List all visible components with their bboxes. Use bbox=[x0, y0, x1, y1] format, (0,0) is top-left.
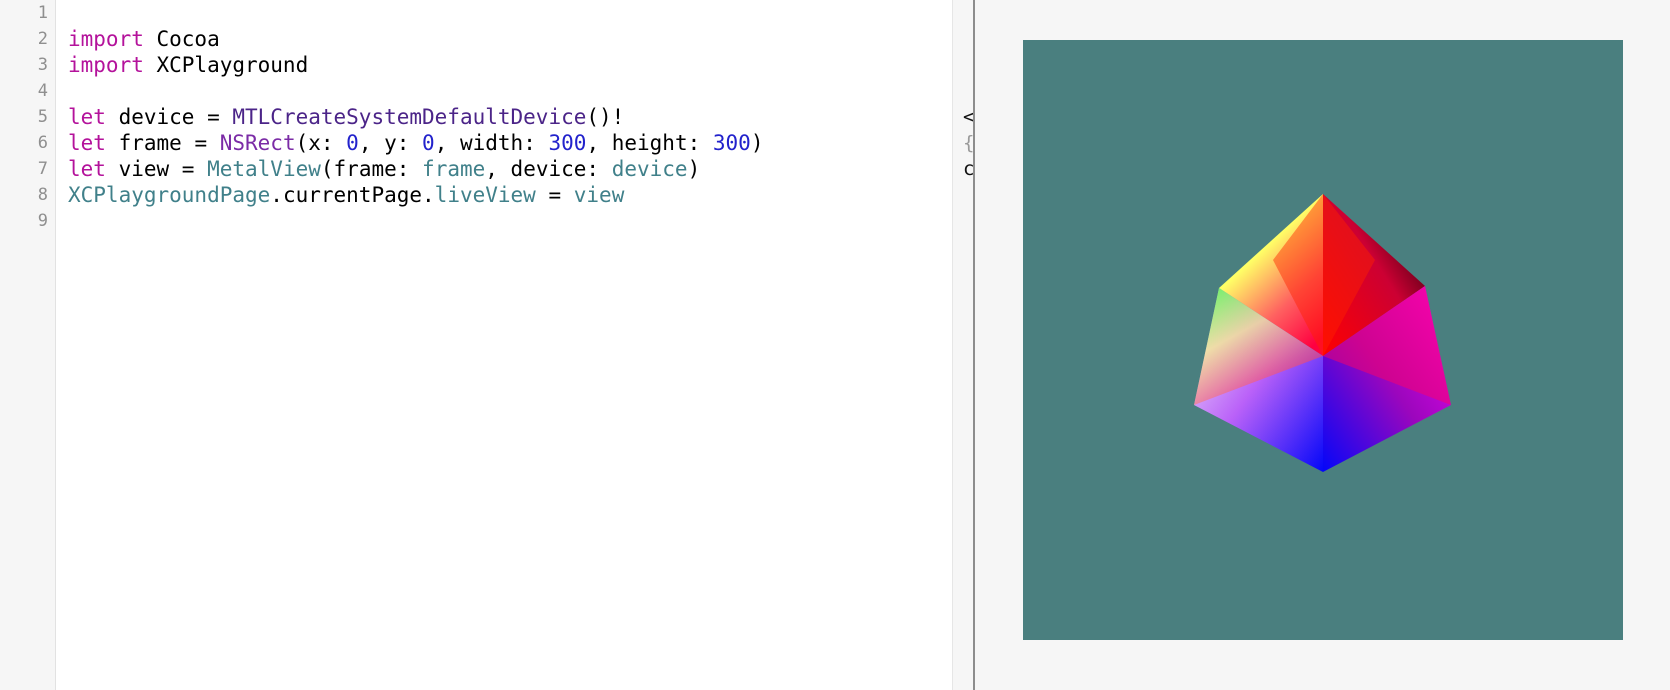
line-number: 8 bbox=[37, 185, 48, 205]
number-literal: 0 bbox=[346, 131, 359, 155]
code-text: XCPlayground bbox=[143, 53, 309, 77]
line-number: 5 bbox=[37, 107, 48, 127]
identifier: liveView bbox=[434, 183, 536, 207]
line-number: 3 bbox=[37, 55, 48, 75]
function-name: MTLCreateSystemDefaultDevice bbox=[232, 105, 587, 129]
line-number-gutter: 1 2 3 4 5 6 7 8 9 bbox=[0, 0, 56, 690]
keyword: import bbox=[68, 27, 144, 51]
identifier: XCPlaygroundPage bbox=[68, 183, 271, 207]
code-text: frame = bbox=[105, 131, 220, 155]
code-text: ) bbox=[687, 157, 701, 181]
code-text: = bbox=[535, 183, 574, 207]
keyword: let bbox=[68, 131, 106, 155]
code-text: device = bbox=[105, 105, 233, 129]
code-text: (x: bbox=[295, 131, 347, 155]
type-name: NSRect bbox=[219, 131, 296, 155]
code-line-2[interactable]: import Cocoa bbox=[68, 26, 220, 52]
code-line-3[interactable]: import XCPlayground bbox=[68, 52, 308, 78]
keyword: let bbox=[68, 105, 106, 129]
code-text: .currentPage. bbox=[270, 183, 435, 207]
line-number: 7 bbox=[37, 159, 48, 179]
line-number: 4 bbox=[37, 81, 48, 101]
type-name: MetalView bbox=[207, 157, 321, 181]
identifier: view bbox=[573, 183, 625, 207]
line-number: 1 bbox=[37, 3, 48, 23]
code-text: ()! bbox=[586, 105, 625, 129]
line-number: 9 bbox=[37, 211, 48, 231]
keyword: import bbox=[68, 53, 144, 77]
code-text: view = bbox=[105, 157, 208, 181]
code-text: ) bbox=[750, 131, 764, 155]
code-line-5[interactable]: let device = MTLCreateSystemDefaultDevic… bbox=[68, 104, 624, 130]
code-editor[interactable]: import Cocoa import XCPlayground let dev… bbox=[56, 0, 952, 690]
identifier: device bbox=[611, 157, 688, 181]
code-text: , height: bbox=[586, 131, 713, 155]
identifier: frame bbox=[422, 157, 486, 181]
code-text: , device: bbox=[485, 157, 612, 181]
number-literal: 0 bbox=[422, 131, 435, 155]
keyword: let bbox=[68, 157, 106, 181]
number-literal: 300 bbox=[712, 131, 751, 155]
code-text: Cocoa bbox=[143, 27, 220, 51]
line-number: 2 bbox=[37, 29, 48, 49]
code-line-7[interactable]: let view = MetalView(frame: frame, devic… bbox=[68, 156, 700, 182]
code-line-8[interactable]: XCPlaygroundPage.currentPage.liveView = … bbox=[68, 182, 624, 208]
line-number: 6 bbox=[37, 133, 48, 153]
code-text: (frame: bbox=[320, 157, 423, 181]
live-view[interactable] bbox=[1023, 40, 1623, 640]
code-text: , width: bbox=[434, 131, 549, 155]
code-line-6[interactable]: let frame = NSRect(x: 0, y: 0, width: 30… bbox=[68, 130, 763, 156]
code-text: , y: bbox=[358, 131, 423, 155]
number-literal: 300 bbox=[548, 131, 587, 155]
color-cube-icon bbox=[1194, 194, 1451, 472]
